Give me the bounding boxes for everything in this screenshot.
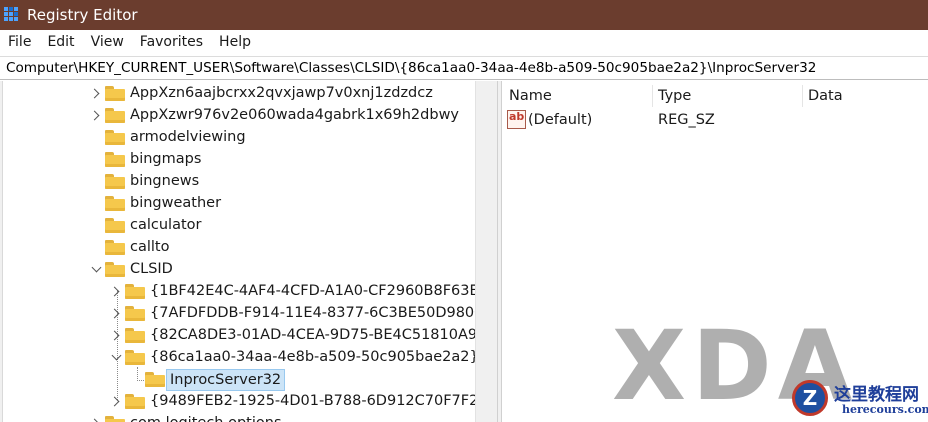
menu-view[interactable]: View [83,30,132,54]
menu-edit[interactable]: Edit [39,30,82,54]
folder-icon [105,108,125,123]
expand-chevron-icon[interactable] [109,324,122,346]
menu-favorites[interactable]: Favorites [132,30,211,54]
tree-node-label: AppXzwr976v2e060wada4gabrk1x69h2dbwy [130,107,460,123]
tree-node[interactable]: {86ca1aa0-34aa-4e8b-a509-50c905bae2a2} [0,346,479,368]
tree-node[interactable]: bingnews [0,170,475,192]
folder-icon [105,240,125,255]
tree-node-label: {86ca1aa0-34aa-4e8b-a509-50c905bae2a2} [150,349,479,365]
tree-node[interactable]: AppXzwr976v2e060wada4gabrk1x69h2dbwy [0,104,475,126]
folder-icon [105,218,125,233]
tree-node[interactable]: bingweather [0,192,475,214]
tree-node[interactable]: com.logitech.options [0,412,475,422]
folder-icon [145,372,165,387]
site-logo-text: 这里教程网 [834,385,919,405]
tree-node-label: armodelviewing [130,129,246,145]
tree-node[interactable]: bingmaps [0,148,475,170]
tree-node[interactable]: callto [0,236,475,258]
tree-node[interactable]: CLSID [0,258,475,280]
string-value-icon: ab [507,110,526,129]
title-bar: Registry Editor [0,0,928,30]
tree-scrollbar[interactable] [475,81,497,422]
column-header-data[interactable]: Data [808,84,843,108]
folder-icon [105,86,125,101]
registry-editor-icon [4,7,20,23]
tree-node-label: {1BF42E4C-4AF4-4CFD-A1A0-CF2960B8F63E} [150,283,488,299]
folder-icon [105,416,125,422]
site-logo-icon: Z [792,380,828,416]
folder-icon [125,394,145,409]
folder-icon [125,306,145,321]
tree-node-label: calculator [130,217,202,233]
expand-chevron-icon[interactable] [109,302,122,324]
site-logo: Z 这里教程网 herecours.com [790,378,928,422]
address-bar [0,56,928,80]
collapse-chevron-icon[interactable] [90,258,102,280]
tree-node[interactable]: armodelviewing [0,126,475,148]
site-logo-url: herecours.com [842,403,928,416]
expand-chevron-icon[interactable] [89,104,102,126]
column-header-name[interactable]: Name [509,84,552,108]
tree-node-label: {82CA8DE3-01AD-4CEA-9D75-BE4C51810A9E} [150,327,496,343]
tree-node[interactable]: AppXzn6aajbcrxx2qvxjawp7v0xnj1zdzdcz [0,82,475,104]
tree-node-label: callto [130,239,170,255]
tree-node-label: CLSID [130,261,173,277]
column-separator[interactable] [802,85,803,107]
tree-node-label: bingnews [130,173,200,189]
key-tree-pane[interactable]: AppXzn6aajbcrxx2qvxjawp7v0xnj1zdzdcz App… [0,81,497,422]
value-name[interactable]: (Default) [528,110,592,130]
folder-open-icon [105,262,125,277]
tree-node-label: bingweather [130,195,222,211]
tree-node-label: {9489FEB2-1925-4D01-B788-6D912C70F7F2} [150,393,488,409]
column-header-type[interactable]: Type [658,84,691,108]
tree-node-label: {7AFDFDDB-F914-11E4-8377-6C3BE50D980C} [150,305,494,321]
tree-node[interactable]: {1BF42E4C-4AF4-4CFD-A1A0-CF2960B8F63E} [0,280,488,302]
folder-icon [105,174,125,189]
menu-help[interactable]: Help [211,30,259,54]
tree-node-selected[interactable]: InprocServer32 [0,368,475,391]
expand-chevron-icon[interactable] [89,412,102,422]
folder-icon [105,196,125,211]
folder-icon [125,328,145,343]
folder-icon [125,284,145,299]
column-separator[interactable] [652,85,653,107]
tree-node[interactable]: {9489FEB2-1925-4D01-B788-6D912C70F7F2} [0,390,488,412]
tree-node[interactable]: calculator [0,214,475,236]
expand-chevron-icon[interactable] [89,82,102,104]
value-type: REG_SZ [658,112,715,128]
tree-node[interactable]: {82CA8DE3-01AD-4CEA-9D75-BE4C51810A9E} [0,324,496,346]
window-title: Registry Editor [27,6,138,24]
folder-icon [105,152,125,167]
tree-node-label: AppXzn6aajbcrxx2qvxjawp7v0xnj1zdzdcz [130,85,433,101]
menu-bar: File Edit View Favorites Help [0,30,928,54]
menu-file[interactable]: File [0,30,39,54]
expand-chevron-icon[interactable] [109,280,122,302]
address-input[interactable] [0,57,928,79]
folder-open-icon [125,350,145,365]
tree-node-label: com.logitech.options [130,412,282,422]
tree-node[interactable]: {7AFDFDDB-F914-11E4-8377-6C3BE50D980C} [0,302,494,324]
tree-node-label: InprocServer32 [166,369,286,391]
collapse-chevron-icon[interactable] [110,346,122,368]
expand-chevron-icon[interactable] [109,390,122,412]
tree-node-label: bingmaps [130,151,202,167]
folder-icon [105,130,125,145]
